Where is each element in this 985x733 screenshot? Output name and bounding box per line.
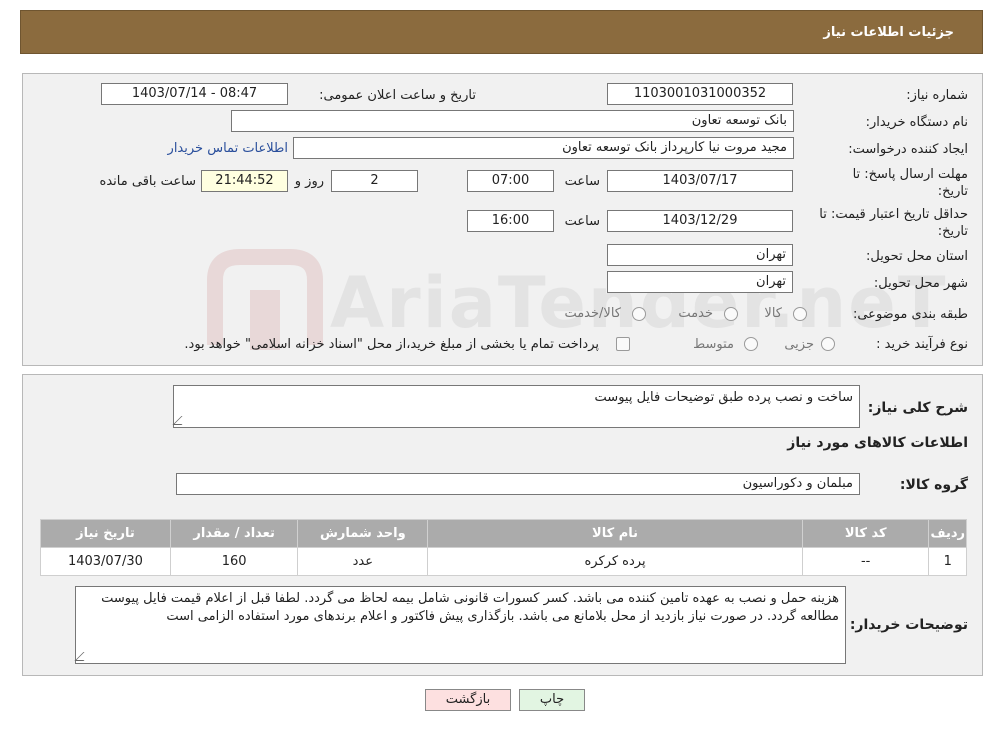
remaining-days-field: 2 <box>331 170 418 192</box>
process-minor-label: جزیی <box>784 337 814 352</box>
creator-field: مجید مروت نیا کارپرداز بانک توسعه تعاون <box>293 137 794 159</box>
province-field: تهران <box>607 244 793 266</box>
category-label: طبقه بندی موضوعی: <box>852 307 968 322</box>
deadline-label-date: تاریخ: <box>937 184 968 199</box>
general-description-label: شرح کلی نیاز: <box>867 400 968 416</box>
need-number-field: 1103001031000352 <box>607 83 793 105</box>
buyer-label: نام دستگاه خریدار: <box>865 115 968 130</box>
city-field: تهران <box>607 271 793 293</box>
validity-label-date: تاریخ: <box>937 224 968 239</box>
remaining-label: ساعت باقی مانده <box>99 174 196 189</box>
announce-field: 1403/07/14 - 08:47 <box>101 83 288 105</box>
cell-date: 1403/07/30 <box>40 547 171 576</box>
deadline-time-label: ساعت <box>564 174 600 189</box>
deadline-date-field: 1403/07/17 <box>607 170 793 192</box>
category-service-radio[interactable] <box>724 307 738 321</box>
col-name: نام کالا <box>427 519 803 548</box>
remaining-time-field: 21:44:52 <box>201 170 288 192</box>
buyer-notes-label: توضیحات خریدار: <box>849 617 968 633</box>
deadline-time-field: 07:00 <box>467 170 554 192</box>
validity-time-field: 16:00 <box>467 210 554 232</box>
goods-group-field: مبلمان و دکوراسیون <box>176 473 860 495</box>
validity-time-label: ساعت <box>564 214 600 229</box>
page-title: جزئیات اطلاعات نیاز <box>823 25 954 40</box>
process-treasury-checkbox[interactable] <box>616 337 630 351</box>
resize-handle-icon[interactable] <box>172 416 191 425</box>
buyer-contact-link[interactable]: اطلاعات تماس خریدار <box>168 141 288 156</box>
process-note: پرداخت تمام یا بخشی از مبلغ خرید،از محل … <box>184 337 599 352</box>
category-goods-radio[interactable] <box>793 307 807 321</box>
buyer-field: بانک توسعه تعاون <box>231 110 794 132</box>
deadline-label: مهلت ارسال پاسخ: تا <box>852 167 968 182</box>
col-unit: واحد شمارش <box>297 519 429 548</box>
category-both-label: کالا/خدمت <box>564 306 621 321</box>
buyer-notes-text: هزینه حمل و نصب به عهده تامین کننده می ب… <box>101 591 839 624</box>
cell-name: پرده کرکره <box>427 547 803 576</box>
city-label: شهر محل تحویل: <box>873 276 968 291</box>
cell-unit: عدد <box>297 547 429 576</box>
goods-group-label: گروه کالا: <box>899 477 968 493</box>
resize-handle-icon[interactable] <box>74 652 93 661</box>
print-button[interactable]: چاپ <box>519 689 585 711</box>
goods-table-header: ردیف کد کالا نام کالا واحد شمارش تعداد /… <box>40 519 967 548</box>
cell-row: 1 <box>928 547 967 576</box>
col-date: تاریخ نیاز <box>40 519 171 548</box>
category-goods-label: کالا <box>764 306 782 321</box>
creator-label: ایجاد کننده درخواست: <box>848 142 968 157</box>
process-medium-radio[interactable] <box>744 337 758 351</box>
goods-table: ردیف کد کالا نام کالا واحد شمارش تعداد /… <box>40 519 967 576</box>
buyer-notes-field[interactable]: هزینه حمل و نصب به عهده تامین کننده می ب… <box>74 586 846 664</box>
category-service-label: خدمت <box>678 306 713 321</box>
table-row: 1 -- پرده کرکره عدد 160 1403/07/30 <box>40 547 967 576</box>
page-header: جزئیات اطلاعات نیاز <box>20 10 983 54</box>
province-label: استان محل تحویل: <box>866 249 968 264</box>
cell-quantity: 160 <box>169 547 299 576</box>
goods-section-title: اطلاعات کالاهای مورد نیاز <box>787 435 968 451</box>
process-medium-label: متوسط <box>693 337 734 352</box>
col-code: کد کالا <box>801 519 930 548</box>
col-row: ردیف <box>928 519 967 548</box>
back-button[interactable]: بازگشت <box>425 689 511 711</box>
general-description-field[interactable]: ساخت و نصب پرده طبق توضیحات فایل پیوست <box>172 385 860 428</box>
category-both-radio[interactable] <box>632 307 646 321</box>
process-minor-radio[interactable] <box>821 337 835 351</box>
col-quantity: تعداد / مقدار <box>169 519 299 548</box>
validity-label: حداقل تاریخ اعتبار قیمت: تا <box>819 207 968 222</box>
general-description-text: ساخت و نصب پرده طبق توضیحات فایل پیوست <box>594 390 853 405</box>
process-label: نوع فرآیند خرید : <box>876 337 968 352</box>
validity-date-field: 1403/12/29 <box>607 210 793 232</box>
need-number-label: شماره نیاز: <box>906 88 968 103</box>
days-label: روز و <box>294 174 324 189</box>
cell-code: -- <box>801 547 930 576</box>
announce-label: تاریخ و ساعت اعلان عمومی: <box>319 88 476 103</box>
